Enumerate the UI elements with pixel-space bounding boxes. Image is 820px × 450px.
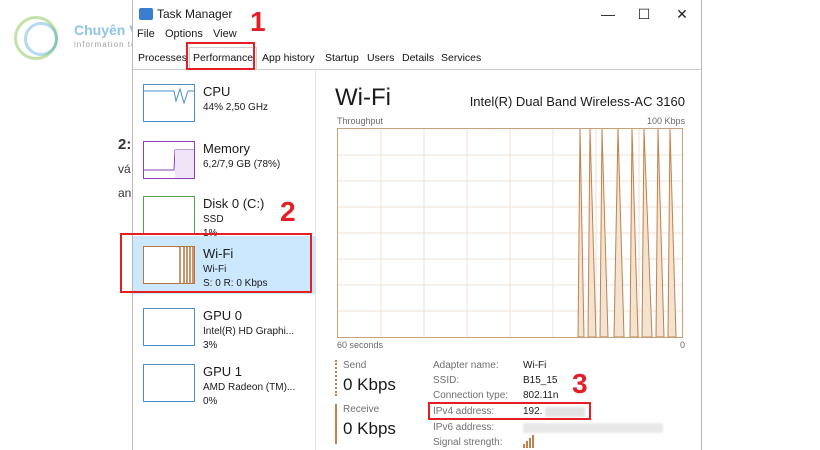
title-bar: Task Manager — ☐ ✕ [133, 0, 701, 28]
sidebar-item-usage: 3% [203, 340, 218, 351]
sidebar-item-gpu1[interactable]: GPU 1 AMD Radeon (TM)... 0% [133, 354, 315, 410]
receive-value: 0 Kbps [343, 419, 396, 438]
background-text: 2: [118, 136, 132, 153]
throughput-label: Throughput [337, 116, 384, 126]
sidebar-item-detail: Intel(R) HD Graphi... [203, 326, 295, 337]
tab-app-history[interactable]: App history [259, 49, 318, 67]
memory-sparkline [144, 149, 194, 178]
cpu-sparkline [144, 87, 194, 105]
receive-legend-line [335, 404, 339, 444]
time-window-label: 60 seconds [337, 340, 384, 350]
send-label: Send [343, 360, 367, 371]
minimize-button[interactable]: — [593, 5, 623, 23]
zero-label: 0 [679, 340, 685, 350]
adapter-name-key: Adapter name: [433, 360, 499, 371]
task-manager-icon [139, 8, 153, 20]
sidebar-item-label: CPU [203, 84, 231, 99]
sidebar-item-label: GPU 0 [203, 308, 243, 323]
background-text: vá [118, 162, 131, 176]
menu-options[interactable]: Options [165, 28, 203, 40]
signal-strength-key: Signal strength: [433, 437, 503, 448]
tab-users[interactable]: Users [364, 49, 397, 67]
throughput-graph [337, 128, 683, 338]
performance-tab-highlight [186, 42, 255, 70]
step-2-marker: 2 [280, 196, 296, 227]
sidebar-item-detail: 6,2/7,9 GB (78%) [203, 159, 281, 170]
sidebar-item-memory[interactable]: Memory 6,2/7,9 GB (78%) [133, 131, 315, 187]
step-1-marker: 1 [250, 6, 266, 37]
adapter-name-value: Wi-Fi [523, 360, 547, 371]
cpu-mini-graph [143, 84, 195, 122]
tab-services[interactable]: Services [438, 49, 484, 67]
menu-view[interactable]: View [213, 28, 237, 40]
ipv4-highlight [428, 402, 591, 420]
menu-file[interactable]: File [137, 28, 155, 40]
receive-label: Receive [343, 404, 380, 415]
throughput-chart [338, 128, 682, 338]
tab-processes[interactable]: Processes [135, 49, 190, 67]
send-value: 0 Kbps [343, 375, 396, 394]
sidebar-item-detail: AMD Radeon (TM)... [203, 382, 296, 393]
close-button[interactable]: ✕ [667, 5, 697, 23]
max-scale-label: 100 Kbps [646, 116, 685, 126]
disk-mini-graph [143, 196, 195, 234]
adapter-name-heading: Intel(R) Dual Band Wireless-AC 3160 [469, 94, 685, 109]
background-text: an [118, 186, 132, 200]
sidebar-item-label: Memory [203, 141, 250, 156]
wifi-item-highlight [120, 233, 312, 293]
step-3-marker: 3 [572, 368, 588, 399]
ssid-key: SSID: [433, 375, 460, 386]
sidebar-item-usage: 0% [203, 396, 218, 407]
maximize-button[interactable]: ☐ [629, 5, 659, 23]
sidebar-item-gpu0[interactable]: GPU 0 Intel(R) HD Graphi... 3% [133, 298, 315, 354]
gpu1-mini-graph [143, 364, 195, 402]
sidebar-item-cpu[interactable]: CPU 44% 2,50 GHz [133, 74, 315, 130]
connection-type-key: Connection type: [433, 390, 509, 401]
logo-ring-inner-icon [24, 22, 58, 56]
ssid-value: B15_15 [523, 375, 558, 386]
sidebar-item-label: Disk 0 (C:) [203, 196, 265, 211]
redacted-ipv6 [523, 423, 663, 433]
signal-strength-icon [523, 435, 534, 448]
connection-type-value: 802.11n [523, 390, 559, 401]
ipv6-key: IPv6 address: [433, 422, 495, 433]
tab-details[interactable]: Details [399, 49, 437, 67]
sidebar-item-label: GPU 1 [203, 364, 243, 379]
send-legend-line [335, 360, 339, 396]
window-title: Task Manager [157, 7, 233, 21]
sidebar-item-detail: SSD [203, 214, 224, 225]
sidebar-item-detail: 44% 2,50 GHz [203, 102, 269, 113]
tab-startup[interactable]: Startup [322, 49, 362, 67]
detail-title: Wi-Fi [335, 84, 391, 111]
gpu0-mini-graph [143, 308, 195, 346]
memory-mini-graph [143, 141, 195, 179]
